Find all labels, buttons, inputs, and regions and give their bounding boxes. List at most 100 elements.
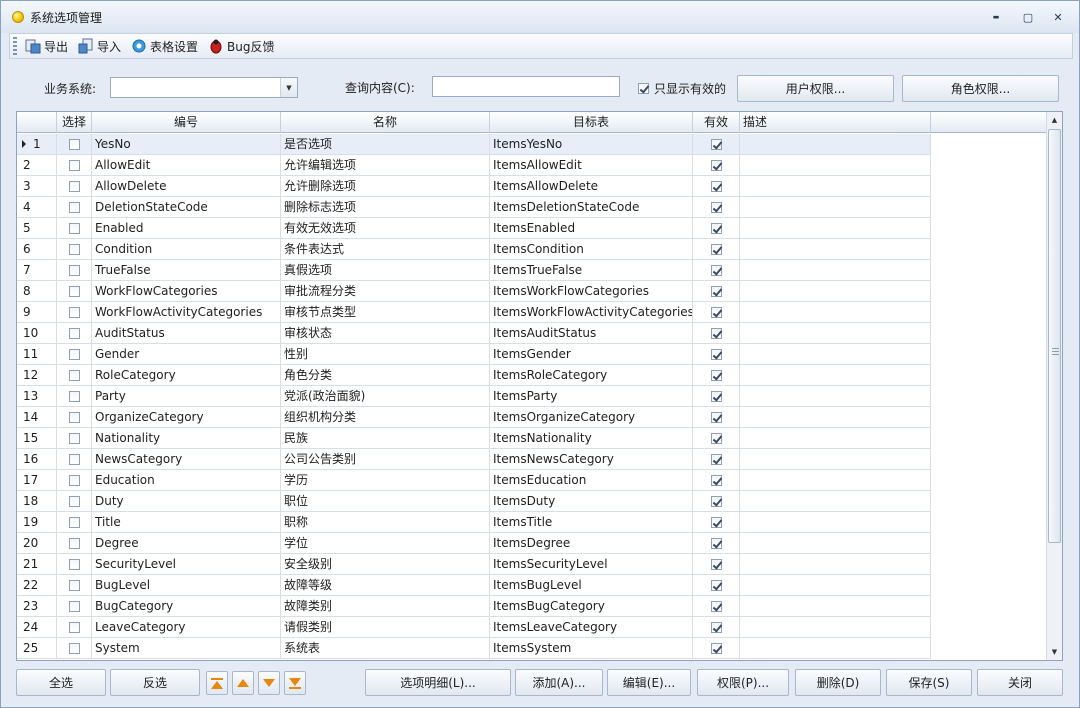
code-cell[interactable]: Education — [92, 470, 281, 491]
valid-cell[interactable] — [693, 386, 740, 407]
query-input[interactable] — [432, 76, 620, 97]
select-checkbox[interactable] — [68, 475, 80, 486]
name-cell[interactable]: 审核状态 — [281, 323, 490, 344]
select-checkbox[interactable] — [68, 559, 80, 570]
scroll-down-icon[interactable]: ▼ — [1047, 644, 1062, 660]
target-table-cell[interactable]: ItemsParty — [490, 386, 693, 407]
select-checkbox[interactable] — [68, 307, 80, 318]
options-grid[interactable]: 选择 编号 名称 目标表 有效 描述 1 YesNo 是否选项 ItemsYesNo 2… — [16, 111, 1063, 661]
name-cell[interactable]: 请假类别 — [281, 617, 490, 638]
valid-checkbox[interactable] — [710, 370, 722, 381]
select-cell[interactable] — [57, 575, 92, 596]
description-cell[interactable] — [740, 512, 931, 533]
valid-checkbox[interactable] — [710, 454, 722, 465]
select-checkbox[interactable] — [68, 601, 80, 612]
table-row[interactable]: 18 Duty 职位 ItemsDuty — [17, 491, 931, 512]
code-cell[interactable]: WorkFlowActivityCategories — [92, 302, 281, 323]
table-row[interactable]: 15 Nationality 民族 ItemsNationality — [17, 428, 931, 449]
description-cell[interactable] — [740, 407, 931, 428]
select-cell[interactable] — [57, 197, 92, 218]
valid-cell[interactable] — [693, 554, 740, 575]
valid-cell[interactable] — [693, 470, 740, 491]
code-cell[interactable]: Title — [92, 512, 281, 533]
maximize-button[interactable]: ▢ — [1020, 10, 1036, 24]
table-row[interactable]: 23 BugCategory 故障类别 ItemsBugCategory — [17, 596, 931, 617]
description-cell[interactable] — [740, 155, 931, 176]
bug-report-button[interactable]: Bug反馈 — [206, 35, 276, 57]
code-cell[interactable]: Nationality — [92, 428, 281, 449]
name-cell[interactable]: 审批流程分类 — [281, 281, 490, 302]
name-cell[interactable]: 故障类别 — [281, 596, 490, 617]
name-cell[interactable]: 党派(政治面貌) — [281, 386, 490, 407]
code-cell[interactable]: RoleCategory — [92, 365, 281, 386]
table-row[interactable]: 9 WorkFlowActivityCategories 审核节点类型 ItemsWo… — [17, 302, 931, 323]
target-table-cell[interactable]: ItemsEnabled — [490, 218, 693, 239]
target-table-cell[interactable]: ItemsWorkFlowActivityCategories — [490, 302, 693, 323]
description-cell[interactable] — [740, 218, 931, 239]
select-checkbox[interactable] — [68, 139, 80, 150]
code-cell[interactable]: BugCategory — [92, 596, 281, 617]
name-cell[interactable]: 安全级别 — [281, 554, 490, 575]
name-cell[interactable]: 故障等级 — [281, 575, 490, 596]
code-cell[interactable]: YesNo — [92, 134, 281, 155]
target-table-cell[interactable]: ItemsYesNo — [490, 134, 693, 155]
valid-cell[interactable] — [693, 428, 740, 449]
table-row[interactable]: 1 YesNo 是否选项 ItemsYesNo — [17, 134, 931, 155]
table-row[interactable]: 10 AuditStatus 审核状态 ItemsAuditStatus — [17, 323, 931, 344]
name-cell[interactable]: 性别 — [281, 344, 490, 365]
valid-checkbox[interactable] — [710, 181, 722, 192]
scroll-thumb[interactable] — [1048, 129, 1061, 543]
code-cell[interactable]: Enabled — [92, 218, 281, 239]
select-cell[interactable] — [57, 470, 92, 491]
valid-cell[interactable] — [693, 575, 740, 596]
row-number[interactable]: 1 — [17, 134, 57, 155]
select-cell[interactable] — [57, 323, 92, 344]
description-cell[interactable] — [740, 638, 931, 659]
select-checkbox[interactable] — [68, 370, 80, 381]
code-cell[interactable]: LeaveCategory — [92, 617, 281, 638]
valid-checkbox[interactable] — [710, 559, 722, 570]
move-bottom-button[interactable] — [284, 671, 306, 695]
system-combo[interactable]: ▼ — [110, 77, 298, 98]
row-number[interactable]: 11 — [17, 344, 57, 365]
description-cell[interactable] — [740, 365, 931, 386]
minimize-button[interactable]: ▬ — [988, 10, 1004, 24]
row-number[interactable]: 25 — [17, 638, 57, 659]
table-row[interactable]: 16 NewsCategory 公司公告类别 ItemsNewsCategory — [17, 449, 931, 470]
valid-checkbox[interactable] — [710, 538, 722, 549]
row-number[interactable]: 14 — [17, 407, 57, 428]
select-cell[interactable] — [57, 449, 92, 470]
code-cell[interactable]: AllowDelete — [92, 176, 281, 197]
description-cell[interactable] — [740, 323, 931, 344]
select-cell[interactable] — [57, 512, 92, 533]
row-number[interactable]: 19 — [17, 512, 57, 533]
valid-checkbox[interactable] — [710, 139, 722, 150]
code-cell[interactable]: Gender — [92, 344, 281, 365]
table-row[interactable]: 24 LeaveCategory 请假类别 ItemsLeaveCategory — [17, 617, 931, 638]
target-table-cell[interactable]: ItemsLeaveCategory — [490, 617, 693, 638]
name-cell[interactable]: 职位 — [281, 491, 490, 512]
row-number[interactable]: 3 — [17, 176, 57, 197]
select-checkbox[interactable] — [68, 643, 80, 654]
select-cell[interactable] — [57, 491, 92, 512]
table-row[interactable]: 7 TrueFalse 真假选项 ItemsTrueFalse — [17, 260, 931, 281]
code-cell[interactable]: SecurityLevel — [92, 554, 281, 575]
select-cell[interactable] — [57, 428, 92, 449]
select-checkbox[interactable] — [68, 202, 80, 213]
vertical-scrollbar[interactable]: ▲ ▼ — [1046, 112, 1062, 660]
valid-checkbox[interactable] — [710, 349, 722, 360]
valid-cell[interactable] — [693, 323, 740, 344]
code-cell[interactable]: DeletionStateCode — [92, 197, 281, 218]
select-checkbox[interactable] — [68, 391, 80, 402]
select-cell[interactable] — [57, 281, 92, 302]
edit-button[interactable]: 编辑(E)... — [607, 669, 691, 696]
valid-checkbox[interactable] — [710, 601, 722, 612]
description-cell[interactable] — [740, 134, 931, 155]
target-table-cell[interactable]: ItemsTitle — [490, 512, 693, 533]
valid-checkbox[interactable] — [710, 223, 722, 234]
valid-cell[interactable] — [693, 344, 740, 365]
toolbar-grip[interactable] — [13, 37, 17, 55]
select-checkbox[interactable] — [68, 496, 80, 507]
target-table-cell[interactable]: ItemsBugCategory — [490, 596, 693, 617]
description-cell[interactable] — [740, 554, 931, 575]
